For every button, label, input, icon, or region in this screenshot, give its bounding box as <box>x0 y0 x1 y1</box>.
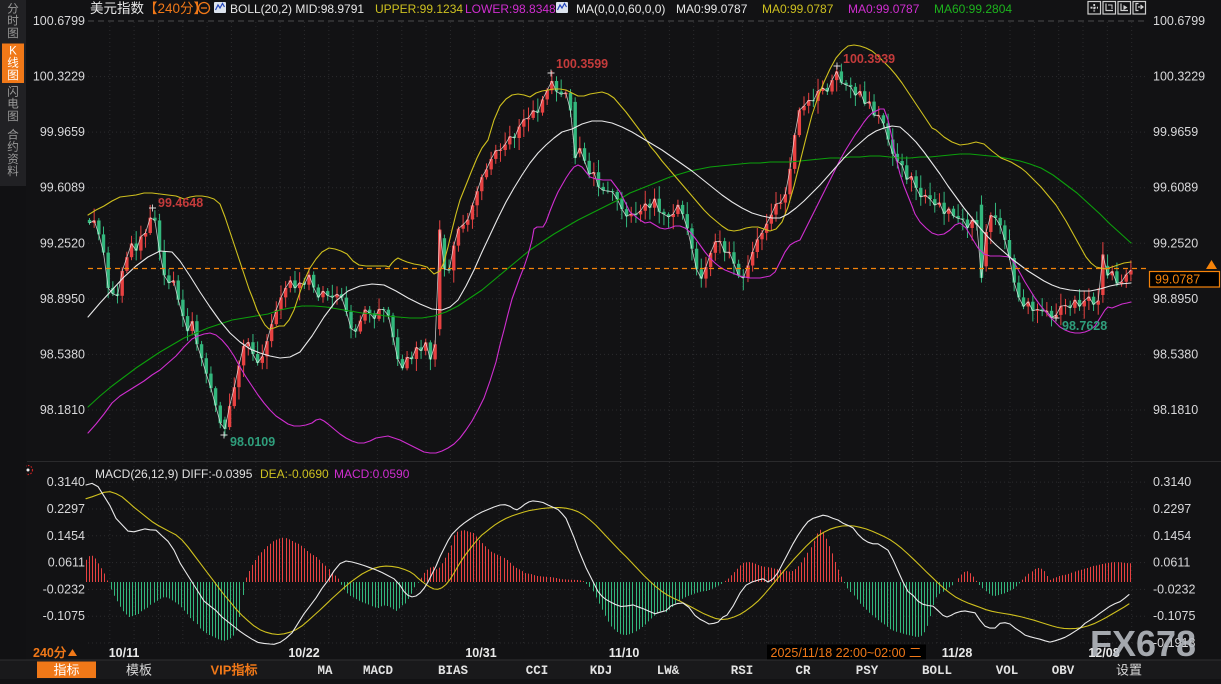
svg-text:99.4648: 99.4648 <box>158 196 203 210</box>
svg-text:98.8950: 98.8950 <box>1153 292 1198 306</box>
svg-text:-0.1075: -0.1075 <box>43 609 85 623</box>
svg-text:KDJ: KDJ <box>590 664 613 678</box>
svg-text:电: 电 <box>7 98 19 111</box>
svg-text:CR: CR <box>795 664 811 678</box>
svg-text:98.1810: 98.1810 <box>40 403 85 417</box>
svg-text:-0.1075: -0.1075 <box>1153 609 1195 623</box>
svg-text:0.2297: 0.2297 <box>1153 502 1191 516</box>
svg-text:时: 时 <box>7 15 19 28</box>
svg-text:K: K <box>9 45 17 57</box>
svg-text:MA0:99.0787: MA0:99.0787 <box>676 2 748 16</box>
svg-text:图: 图 <box>7 69 19 82</box>
svg-text:0.1454: 0.1454 <box>1153 529 1191 543</box>
svg-text:模板: 模板 <box>126 663 152 678</box>
svg-text:240分: 240分 <box>33 645 67 660</box>
svg-text:100.3229: 100.3229 <box>33 70 85 84</box>
svg-text:设置: 设置 <box>1116 663 1142 678</box>
svg-text:0.3140: 0.3140 <box>47 475 85 489</box>
svg-text:MA60:99.2804: MA60:99.2804 <box>934 2 1012 16</box>
svg-text:100.6799: 100.6799 <box>1153 14 1205 28</box>
svg-text:0.0611: 0.0611 <box>1153 556 1190 570</box>
svg-text:料: 料 <box>7 164 19 178</box>
svg-text:CCI: CCI <box>526 664 549 678</box>
svg-text:线: 线 <box>7 56 19 70</box>
svg-text:98.0109: 98.0109 <box>230 435 275 449</box>
svg-text:-0.0232: -0.0232 <box>43 582 85 596</box>
svg-text:10/22: 10/22 <box>288 646 319 660</box>
svg-text:98.5380: 98.5380 <box>40 347 85 361</box>
svg-text:MA0:99.0787: MA0:99.0787 <box>762 2 834 16</box>
svg-text:美元指数: 美元指数 <box>90 1 144 16</box>
svg-text:BOLL(20,2) MID:98.9791: BOLL(20,2) MID:98.9791 <box>230 2 364 16</box>
svg-text:BIAS: BIAS <box>438 664 469 678</box>
svg-text:100.3939: 100.3939 <box>843 52 895 66</box>
svg-text:PSY: PSY <box>856 664 879 678</box>
svg-text:10/11: 10/11 <box>109 646 140 660</box>
svg-text:MACD:0.0590: MACD:0.0590 <box>334 467 410 481</box>
svg-text:MA(0,0,0,60,0,0): MA(0,0,0,60,0,0) <box>576 2 665 16</box>
svg-text:98.7628: 98.7628 <box>1062 319 1107 333</box>
svg-text:指标: 指标 <box>53 663 79 678</box>
svg-text:99.9659: 99.9659 <box>1153 125 1198 139</box>
svg-text:约: 约 <box>7 140 19 154</box>
svg-text:0.0611: 0.0611 <box>48 556 85 570</box>
svg-text:UPPER:99.1234: UPPER:99.1234 <box>375 2 463 16</box>
svg-text:BOLL: BOLL <box>922 664 952 678</box>
svg-text:DEA:-0.0690: DEA:-0.0690 <box>260 467 329 481</box>
svg-text:99.6089: 99.6089 <box>40 181 85 195</box>
svg-text:99.2520: 99.2520 <box>1153 236 1198 250</box>
svg-text:MACD: MACD <box>363 664 394 678</box>
svg-text:VOL: VOL <box>996 664 1019 678</box>
svg-text:RSI: RSI <box>731 664 754 678</box>
svg-text:98.1810: 98.1810 <box>1153 403 1198 417</box>
svg-text:11/10: 11/10 <box>609 646 640 660</box>
svg-text:MA0:99.0787: MA0:99.0787 <box>848 2 920 16</box>
svg-text:99.2520: 99.2520 <box>40 236 85 250</box>
svg-text:100.6799: 100.6799 <box>33 14 85 28</box>
svg-text:99.6089: 99.6089 <box>1153 181 1198 195</box>
svg-text:-0.0232: -0.0232 <box>1153 582 1195 596</box>
svg-text:99.9659: 99.9659 <box>40 125 85 139</box>
svg-text:11/28: 11/28 <box>942 646 973 660</box>
svg-text:100.3229: 100.3229 <box>1153 70 1205 84</box>
svg-text:0.2297: 0.2297 <box>47 502 85 516</box>
svg-text:0.3140: 0.3140 <box>1153 475 1191 489</box>
svg-text:合: 合 <box>7 127 19 141</box>
svg-text:LW&: LW& <box>657 664 680 678</box>
svg-text:98.5380: 98.5380 <box>1153 347 1198 361</box>
svg-text:资: 资 <box>7 153 19 166</box>
svg-text:98.8950: 98.8950 <box>40 292 85 306</box>
svg-text:FX678: FX678 <box>1090 623 1196 664</box>
svg-text:图: 图 <box>7 110 19 123</box>
svg-text:MACD(26,12,9) DIFF:-0.0395: MACD(26,12,9) DIFF:-0.0395 <box>95 467 253 481</box>
svg-text:分: 分 <box>7 2 19 15</box>
svg-text:闪: 闪 <box>7 84 19 98</box>
svg-text:VIP指标: VIP指标 <box>211 663 258 678</box>
svg-text:LOWER:98.8348: LOWER:98.8348 <box>465 2 556 16</box>
svg-text:OBV: OBV <box>1052 664 1075 678</box>
svg-text:【240分】: 【240分】 <box>144 1 207 16</box>
svg-text:2025/11/18 22:00~02:00 二: 2025/11/18 22:00~02:00 二 <box>771 646 922 660</box>
svg-text:100.3599: 100.3599 <box>556 57 608 71</box>
svg-text:0.1454: 0.1454 <box>47 529 85 543</box>
svg-text:图: 图 <box>7 27 19 40</box>
svg-text:MA: MA <box>317 664 333 678</box>
svg-text:10/31: 10/31 <box>465 646 496 660</box>
svg-text:99.0787: 99.0787 <box>1155 273 1200 287</box>
